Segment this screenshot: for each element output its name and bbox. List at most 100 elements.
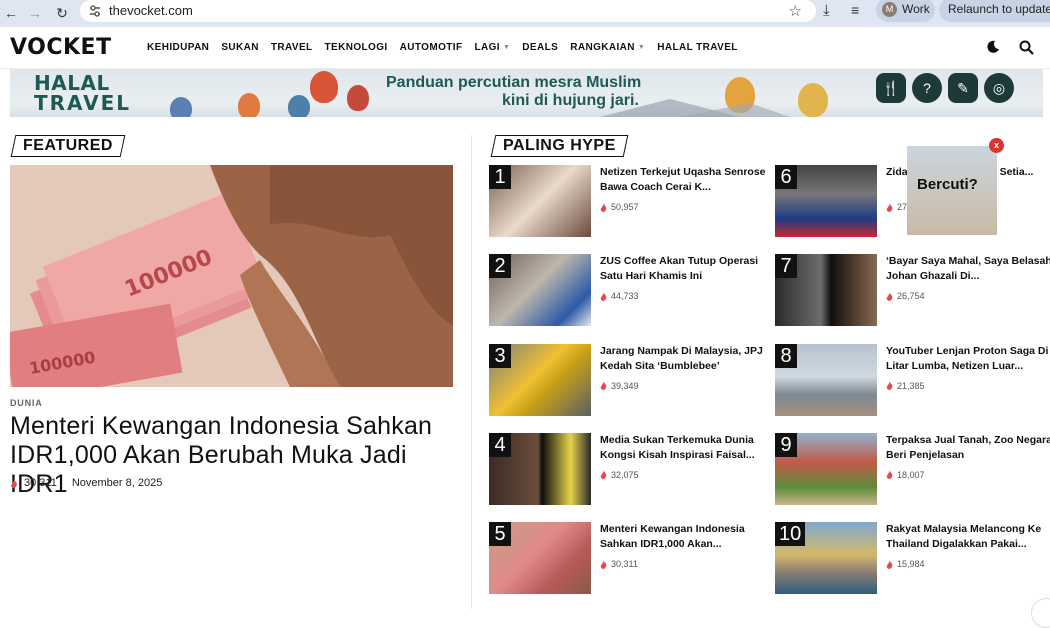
balloon-decoration <box>238 93 260 117</box>
hype-thumbnail[interactable]: 3 <box>489 343 591 416</box>
hype-views: 50,957 <box>600 202 639 212</box>
address-bar[interactable]: thevocket.com ☆ <box>80 0 816 22</box>
hype-item[interactable]: 7 ‘Bayar Saya Mahal, Saya Belasah Johan G… <box>775 254 1050 327</box>
dark-mode-moon-icon[interactable] <box>986 40 1000 54</box>
menu-item-label: SUKAN <box>221 42 259 53</box>
hype-item[interactable]: 1 Netizen Terkejut Uqasha Senrose Bawa Co… <box>489 165 769 238</box>
hype-thumbnail[interactable]: 8 <box>775 343 877 416</box>
hype-title[interactable]: Jarang Nampak Di Malaysia, JPJ Kedah Sit… <box>600 344 770 374</box>
hype-thumbnail[interactable]: 10 <box>775 522 877 595</box>
menu-item-lagi[interactable]: LAGI ▼ <box>474 42 510 53</box>
balloon-decoration <box>347 85 369 111</box>
featured-image[interactable]: 100000 100000 <box>10 165 453 387</box>
hype-title[interactable]: ZUS Coffee Akan Tutup Operasi Satu Hari … <box>600 254 770 284</box>
menu-item-label: AUTOMOTIF <box>399 42 463 53</box>
popup-close-button[interactable]: x <box>989 138 1004 153</box>
hype-rank: 5 <box>489 522 511 547</box>
hype-rank: 2 <box>489 254 511 279</box>
hype-view-count: 26,754 <box>897 291 925 302</box>
banner-brand: TRAVEL <box>34 91 132 115</box>
hype-rank: 9 <box>775 432 797 457</box>
hype-views: 44,733 <box>600 291 639 301</box>
hype-item[interactable]: 5 Menteri Kewangan Indonesia Sahkan IDR1,… <box>489 522 769 595</box>
hype-thumbnail[interactable]: 2 <box>489 254 591 327</box>
menu-item-automotif[interactable]: AUTOMOTIF <box>400 42 463 53</box>
hype-views: 18,007 <box>886 470 925 480</box>
hype-thumbnail[interactable]: 7 <box>775 254 877 327</box>
hype-title[interactable]: ‘Bayar Saya Mahal, Saya Belasah Johan Gh… <box>886 254 1050 284</box>
forward-arrow-icon[interactable]: → <box>26 4 44 22</box>
hype-item[interactable]: 2 ZUS Coffee Akan Tutup Operasi Satu Hari… <box>489 254 769 327</box>
site-header: VOCKET KEHIDUPAN SUKAN TRAVEL TEKNOLOGI AUTO… <box>0 27 1050 69</box>
hype-thumbnail[interactable]: 1 <box>489 165 591 237</box>
hype-rank: 7 <box>775 254 797 279</box>
hype-views: 15,984 <box>886 559 925 569</box>
hype-view-count: 15,984 <box>897 559 925 570</box>
hype-title[interactable]: Netizen Terkejut Uqasha Senrose Bawa Coa… <box>600 165 770 195</box>
floating-action-button[interactable] <box>1031 598 1050 628</box>
compass-icon: ◎ <box>984 73 1014 103</box>
hype-thumbnail[interactable]: 9 <box>775 432 877 505</box>
media-controls-icon[interactable]: ≡ <box>851 2 859 18</box>
hype-views: 27 <box>886 202 907 212</box>
hype-item[interactable]: 4 Media Sukan Terkemuka Dunia Kongsi Kisa… <box>489 432 770 506</box>
menu-item-travel[interactable]: TRAVEL <box>271 42 313 53</box>
menu-item-kehidupan[interactable]: KEHIDUPAN <box>147 42 209 53</box>
bookmark-star-icon[interactable]: ☆ <box>789 2 802 20</box>
banner-tagline: Panduan percutian mesra Muslim <box>386 74 642 91</box>
reload-icon[interactable]: ↻ <box>53 4 71 22</box>
balloon-decoration <box>288 95 310 117</box>
download-icon[interactable]: ⤓ <box>823 2 830 19</box>
hype-rank: 8 <box>775 343 797 368</box>
popup-ad[interactable]: Bercuti? <box>907 146 997 235</box>
menu-item-teknologi[interactable]: TEKNOLOGI <box>325 42 388 53</box>
flame-icon <box>600 381 607 390</box>
hype-views: 21,385 <box>886 381 925 391</box>
hype-item[interactable]: 10 Rakyat Malaysia Melancong Ke Thailand … <box>775 522 1050 595</box>
url-text[interactable]: thevocket.com <box>109 3 193 18</box>
hype-rank: 1 <box>489 165 511 189</box>
hype-title[interactable]: Menteri Kewangan Indonesia Sahkan IDR1,0… <box>600 522 770 552</box>
featured-meta: 30,311 November 8, 2025 <box>10 477 162 489</box>
flame-icon <box>886 291 893 301</box>
menu-item-rangkaian[interactable]: RANGKAIAN ▼ <box>570 42 645 53</box>
hype-views: 39,349 <box>600 381 639 391</box>
menu-item-sukan[interactable]: SUKAN <box>221 42 259 53</box>
hype-thumbnail[interactable]: 6 <box>775 165 877 237</box>
balloon-decoration <box>310 71 338 103</box>
hype-thumbnail[interactable]: 4 <box>489 432 591 505</box>
menu-item-deals[interactable]: DEALS <box>522 42 558 53</box>
activity-icon: ✎ <box>948 73 978 103</box>
popup-ad-text: Bercuti? <box>917 176 978 193</box>
hype-item[interactable]: 9 Terpaksa Jual Tanah, Zoo Negara Beri Pe… <box>775 432 1050 506</box>
menu-item-label: DEALS <box>522 42 559 53</box>
featured-date: November 8, 2025 <box>71 477 163 489</box>
site-logo[interactable]: VOCKET <box>10 35 112 60</box>
halal-travel-banner[interactable]: HALAL TRAVEL Panduan percutian mesra Mus… <box>10 69 1043 117</box>
chevron-down-icon: ▼ <box>502 44 511 51</box>
hype-rank: 3 <box>489 343 511 368</box>
relaunch-button[interactable]: Relaunch to update <box>939 0 1050 22</box>
hype-title[interactable]: YouTuber Lenjan Proton Saga Di Litar Lum… <box>886 344 1050 374</box>
hype-item[interactable]: 3 Jarang Nampak Di Malaysia, JPJ Kedah Si… <box>489 343 770 417</box>
flame-icon <box>886 559 893 569</box>
flame-icon <box>600 559 607 569</box>
search-icon[interactable] <box>1019 40 1034 55</box>
menu-item-label: TEKNOLOGI <box>324 42 388 53</box>
hype-view-count: 21,385 <box>897 380 925 391</box>
site-settings-icon[interactable] <box>88 4 102 18</box>
hype-item[interactable]: 8 YouTuber Lenjan Proton Saga Di Litar Lu… <box>775 343 1050 417</box>
hype-title[interactable]: Rakyat Malaysia Melancong Ke Thailand Di… <box>886 522 1050 552</box>
hype-title[interactable]: Terpaksa Jual Tanah, Zoo Negara Beri Pen… <box>886 433 1050 463</box>
profile-button[interactable]: M Work <box>876 0 935 22</box>
profile-name: Work <box>902 2 930 16</box>
balloon-decoration <box>170 97 192 117</box>
hype-thumbnail[interactable]: 5 <box>489 522 591 595</box>
back-arrow-icon[interactable]: ← <box>2 4 20 22</box>
menu-item-halal-travel[interactable]: HALAL TRAVEL <box>657 42 738 53</box>
hype-views: 26,754 <box>886 291 925 301</box>
hype-view-count: 27 <box>897 202 908 212</box>
hype-title[interactable]: Media Sukan Terkemuka Dunia Kongsi Kisah… <box>600 433 770 463</box>
featured-category[interactable]: DUNIA <box>10 398 43 408</box>
banner-icons: 🍴 ? ✎ ◎ <box>876 73 1014 103</box>
